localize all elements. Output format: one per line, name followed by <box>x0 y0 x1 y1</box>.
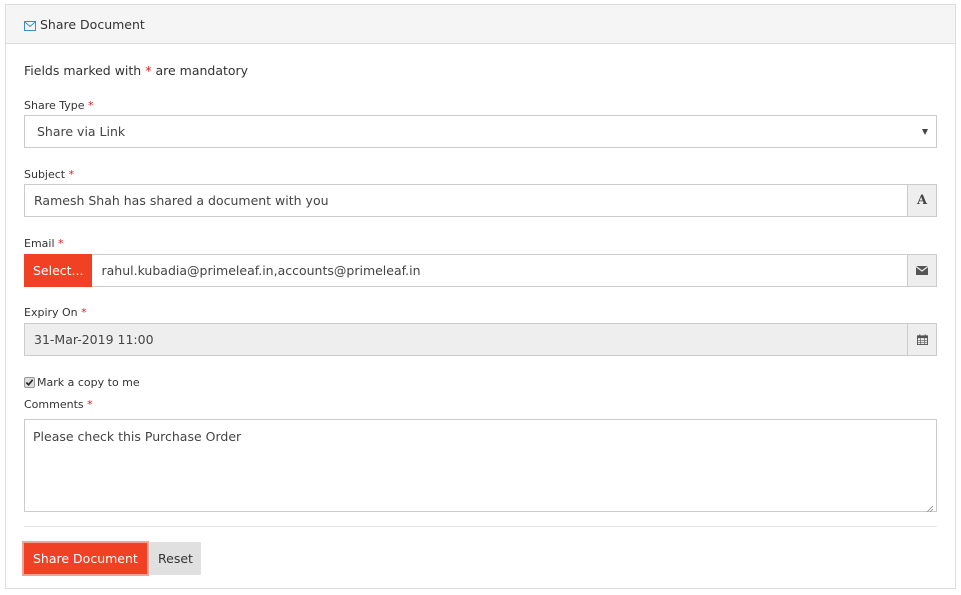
mandatory-note: Fields marked with * are mandatory <box>24 63 248 78</box>
share-type-select[interactable]: Share via Link <box>24 115 937 148</box>
required-star: * <box>87 398 93 411</box>
resize-handle-icon[interactable] <box>926 501 934 513</box>
share-type-label: Share Type * <box>24 99 94 112</box>
email-field: Select... rahul.kubadia@primeleaf.in,acc… <box>24 254 937 287</box>
copy-to-me-label[interactable]: Mark a copy to me <box>37 376 140 389</box>
panel-heading: Share Document <box>6 5 955 44</box>
share-type-value: Share via Link <box>37 124 126 139</box>
email-label-text: Email <box>24 237 55 250</box>
share-document-button[interactable]: Share Document <box>22 541 149 576</box>
form-divider <box>24 526 937 527</box>
copy-to-me-checkbox[interactable] <box>24 377 35 388</box>
share-document-panel: Share Document Fields marked with * are … <box>5 4 956 589</box>
copy-to-me-row: Mark a copy to me <box>24 376 140 389</box>
comments-label-text: Comments <box>24 398 84 411</box>
subject-input[interactable]: Ramesh Shah has shared a document with y… <box>25 193 907 208</box>
reset-button[interactable]: Reset <box>150 542 201 575</box>
comments-textarea[interactable]: Please check this Purchase Order <box>24 419 937 513</box>
required-star: * <box>58 237 64 250</box>
caret-down-icon <box>922 128 928 135</box>
mandatory-note-suffix: are mandatory <box>155 63 249 78</box>
envelope-outline-icon <box>24 19 36 31</box>
share-type-label-text: Share Type <box>24 99 85 112</box>
comments-label: Comments * <box>24 398 93 411</box>
subject-label: Subject * <box>24 168 74 181</box>
expiry-input[interactable]: 31-Mar-2019 11:00 <box>25 332 907 347</box>
expiry-field: 31-Mar-2019 11:00 <box>24 323 937 356</box>
email-input[interactable]: rahul.kubadia@primeleaf.in,accounts@prim… <box>92 263 907 278</box>
expiry-label: Expiry On * <box>24 306 87 319</box>
required-star: * <box>81 306 87 319</box>
expiry-label-text: Expiry On <box>24 306 78 319</box>
panel-title: Share Document <box>40 16 145 32</box>
comments-value: Please check this Purchase Order <box>33 429 242 444</box>
required-star: * <box>68 168 75 181</box>
select-recipients-button[interactable]: Select... <box>24 254 93 287</box>
mandatory-note-prefix: Fields marked with <box>24 63 142 78</box>
calendar-icon[interactable] <box>907 324 936 355</box>
email-label: Email * <box>24 237 64 250</box>
font-icon: A <box>907 185 936 216</box>
subject-field: Ramesh Shah has shared a document with y… <box>24 184 937 217</box>
subject-label-text: Subject <box>24 168 66 181</box>
required-star: * <box>145 63 152 78</box>
envelope-icon <box>907 255 936 286</box>
required-star: * <box>88 99 94 112</box>
